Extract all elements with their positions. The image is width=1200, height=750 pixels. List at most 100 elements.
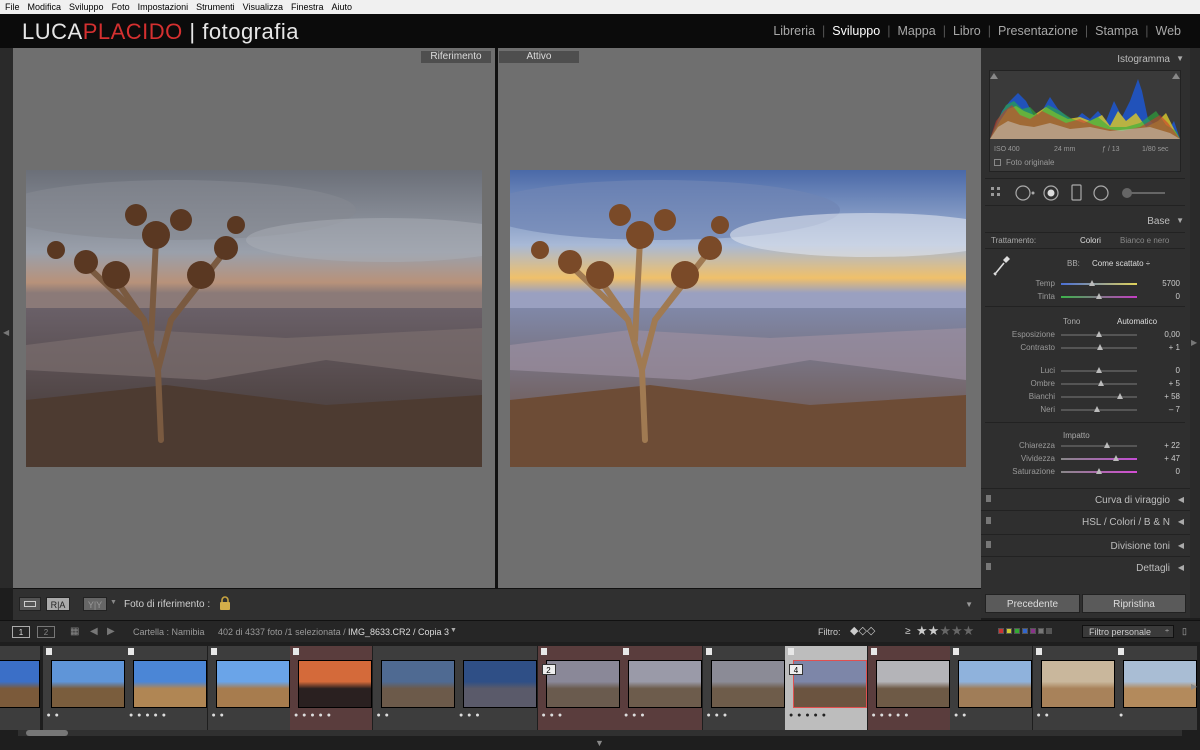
slider-tinta[interactable]: Tinta 0 bbox=[981, 292, 1190, 304]
folder-source[interactable]: Cartella : Namibia bbox=[133, 627, 205, 637]
forward-arrow-icon[interactable]: ▶ bbox=[107, 626, 115, 637]
slider-value[interactable]: + 5 bbox=[1140, 379, 1180, 388]
slider-saturazione[interactable]: Saturazione 0 bbox=[981, 467, 1190, 479]
menu-sviluppo[interactable]: Sviluppo bbox=[69, 2, 104, 12]
star-rating[interactable]: ● ● bbox=[377, 712, 390, 719]
pick-flag-icon[interactable] bbox=[45, 648, 52, 655]
pick-flag-icon[interactable] bbox=[953, 648, 959, 655]
film-thumbnail[interactable] bbox=[298, 660, 372, 708]
slider-knob[interactable] bbox=[1089, 280, 1095, 286]
film-thumbnail[interactable] bbox=[1123, 660, 1197, 708]
slider-value[interactable]: + 58 bbox=[1140, 392, 1180, 401]
film-thumbnail[interactable] bbox=[958, 660, 1032, 708]
primary-window-button[interactable]: 1 bbox=[12, 626, 30, 638]
slider-luci[interactable]: Luci 0 bbox=[981, 366, 1190, 378]
star-rating[interactable]: ● ● bbox=[954, 712, 967, 719]
reset-button[interactable]: Ripristina bbox=[1082, 594, 1186, 613]
slider-chiarezza[interactable]: Chiarezza + 22 bbox=[981, 441, 1190, 453]
star-rating[interactable]: ● ● ● ● ● bbox=[872, 712, 910, 719]
pick-flag-icon[interactable] bbox=[788, 648, 794, 655]
slider-value[interactable]: + 22 bbox=[1140, 441, 1180, 450]
film-thumbnail-cell[interactable]: 4 ● ● ● ● ● bbox=[785, 646, 867, 730]
filename-dropdown-icon[interactable]: ▼ bbox=[450, 627, 457, 634]
slider-knob[interactable] bbox=[1104, 442, 1110, 448]
color-label-filter[interactable] bbox=[998, 628, 1052, 634]
before-after-view-button[interactable]: Y|Y bbox=[83, 597, 107, 611]
rating-operator[interactable]: ≥ bbox=[905, 626, 911, 637]
film-thumbnail-cell[interactable]: ● ● ● ● ● bbox=[290, 646, 372, 730]
secondary-window-button[interactable]: 2 bbox=[37, 626, 55, 638]
pick-flag-icon[interactable] bbox=[1035, 648, 1042, 655]
pick-flag-icon[interactable] bbox=[210, 648, 217, 655]
star-rating[interactable]: ● ● ● bbox=[542, 712, 564, 719]
filter-switch-icon[interactable]: ▯ bbox=[1182, 626, 1187, 637]
star-rating[interactable]: ● ● ● bbox=[707, 712, 729, 719]
slider-value[interactable]: + 1 bbox=[1140, 343, 1180, 352]
menu-impostazioni[interactable]: Impostazioni bbox=[138, 2, 189, 12]
filter-preset-select[interactable]: Filtro personale ÷ bbox=[1082, 625, 1174, 638]
film-thumbnail-cell[interactable]: ● ● bbox=[372, 646, 455, 730]
star-rating[interactable]: ● ● ● ● ● bbox=[129, 712, 167, 719]
slider-knob[interactable] bbox=[1094, 406, 1100, 412]
film-thumbnail-cell[interactable]: ● ● ● bbox=[702, 646, 785, 730]
module-mappa[interactable]: Mappa bbox=[890, 24, 942, 38]
pick-flag-icon[interactable] bbox=[1118, 648, 1124, 655]
pick-flag-icon[interactable] bbox=[540, 648, 547, 655]
tone-curve-header[interactable]: Curva di viraggio ◀ bbox=[981, 488, 1190, 510]
slider-ombre[interactable]: Ombre + 5 bbox=[981, 379, 1190, 391]
base-header[interactable]: Base ▼ bbox=[981, 210, 1190, 232]
menu-file[interactable]: File bbox=[5, 2, 20, 12]
pick-flag-icon[interactable] bbox=[293, 648, 299, 655]
film-thumbnail[interactable] bbox=[50, 660, 125, 708]
slider-esposizione[interactable]: Esposizione 0,00 bbox=[981, 330, 1190, 342]
slider-knob[interactable] bbox=[1117, 393, 1123, 399]
module-stampa[interactable]: Stampa bbox=[1088, 24, 1145, 38]
previous-button[interactable]: Precedente bbox=[985, 594, 1080, 613]
film-thumbnail-cell[interactable]: ● ● ● ● ● bbox=[125, 646, 207, 730]
slider-value[interactable]: + 47 bbox=[1140, 454, 1180, 463]
slider-neri[interactable]: Neri – 7 bbox=[981, 405, 1190, 417]
film-thumbnail-cell[interactable]: ● ● bbox=[1032, 646, 1115, 730]
film-thumbnail-cell[interactable]: ● ● ● bbox=[620, 646, 702, 730]
star-rating[interactable]: ● ● bbox=[47, 712, 60, 719]
pick-flag-icon[interactable] bbox=[705, 648, 712, 655]
auto-tone-button[interactable]: Automatico bbox=[1117, 317, 1157, 326]
slider-value[interactable]: 0 bbox=[1140, 292, 1180, 301]
flag-filter-icon[interactable]: ◆◇◇ bbox=[850, 624, 875, 637]
film-thumbnail[interactable] bbox=[793, 660, 867, 708]
slider-value[interactable]: 0 bbox=[1140, 467, 1180, 476]
slider-bianchi[interactable]: Bianchi + 58 bbox=[981, 392, 1190, 404]
slider-knob[interactable] bbox=[1096, 468, 1102, 474]
slider-knob[interactable] bbox=[1096, 331, 1102, 337]
filmstrip-scrollbar[interactable] bbox=[18, 730, 1182, 736]
slider-track[interactable] bbox=[1061, 445, 1137, 447]
film-thumbnail-cell[interactable]: ● bbox=[1115, 646, 1197, 730]
film-thumbnail[interactable] bbox=[380, 660, 455, 708]
white-balance-picker-icon[interactable] bbox=[991, 254, 1011, 276]
film-thumbnail-cell[interactable]: ● ● bbox=[42, 646, 125, 730]
slider-knob[interactable] bbox=[1096, 367, 1102, 373]
module-sviluppo[interactable]: Sviluppo bbox=[825, 24, 887, 38]
star-rating[interactable]: ● bbox=[1119, 712, 1124, 719]
slider-value[interactable]: 0 bbox=[1140, 366, 1180, 375]
histogram-header[interactable]: Istogramma ▼ bbox=[981, 48, 1190, 70]
radial-filter-icon[interactable] bbox=[1092, 184, 1110, 202]
film-thumbnail[interactable] bbox=[710, 660, 785, 708]
star-rating[interactable]: ● ● ● ● ● bbox=[789, 712, 827, 719]
film-thumbnail[interactable] bbox=[215, 660, 290, 708]
film-thumbnail[interactable] bbox=[133, 660, 207, 708]
original-photo-checkbox[interactable] bbox=[994, 159, 1001, 166]
pick-flag-icon[interactable] bbox=[623, 648, 629, 655]
slider-knob[interactable] bbox=[1098, 380, 1104, 386]
star-rating[interactable]: ● ● ● bbox=[459, 712, 481, 719]
module-presentazione[interactable]: Presentazione bbox=[991, 24, 1085, 38]
back-arrow-icon[interactable]: ◀ bbox=[90, 626, 98, 637]
loupe-view-button[interactable] bbox=[19, 597, 41, 611]
pick-flag-icon[interactable] bbox=[870, 648, 877, 655]
slider-track[interactable] bbox=[1061, 458, 1137, 460]
toolbar-menu-icon[interactable]: ▼ bbox=[965, 600, 973, 609]
slider-value[interactable]: 0,00 bbox=[1140, 330, 1180, 339]
lock-icon[interactable] bbox=[219, 596, 231, 610]
treatment-bw-option[interactable]: Bianco e nero bbox=[1120, 236, 1169, 245]
grid-view-icon[interactable]: ▦ bbox=[70, 626, 79, 637]
